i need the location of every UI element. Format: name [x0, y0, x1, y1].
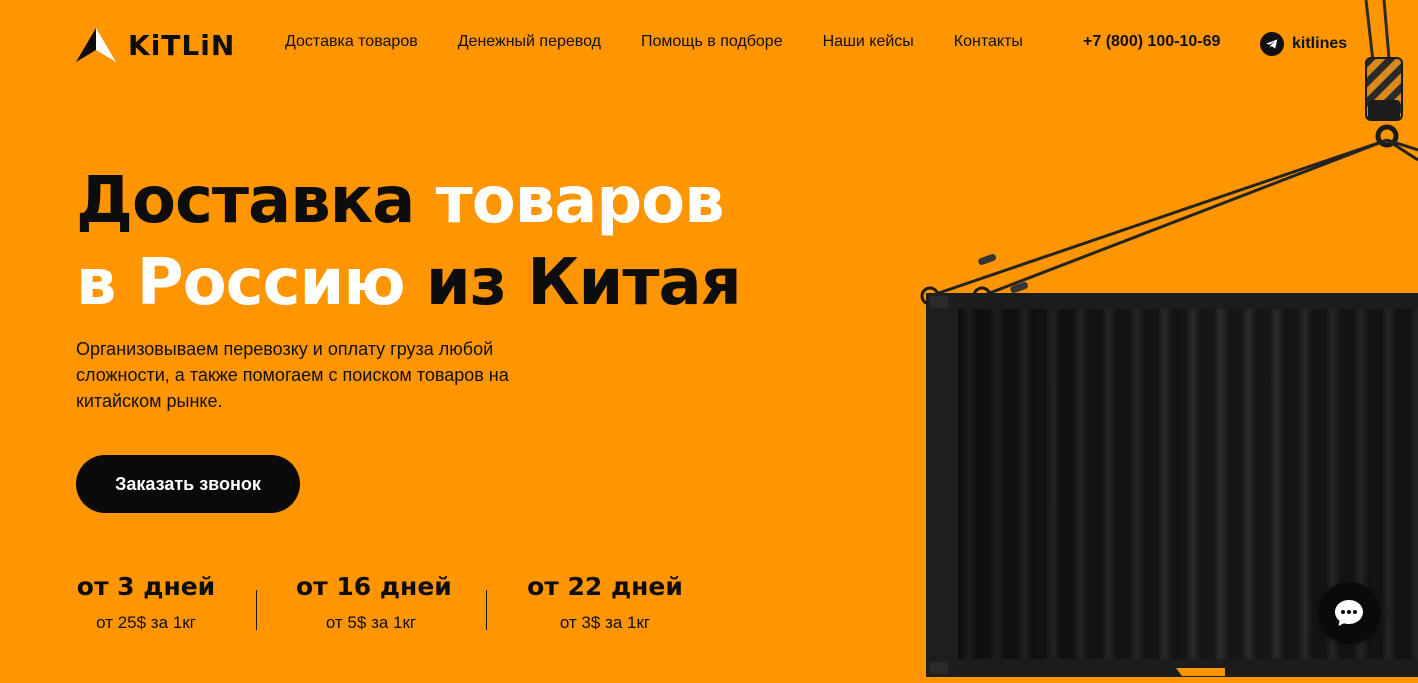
nav-item-selection-help[interactable]: Помощь в подборе — [641, 33, 783, 51]
logo[interactable]: KiTLiN — [76, 28, 235, 62]
stat-price: от 3$ за 1кг — [559, 613, 651, 632]
kitlin-logo-icon — [76, 28, 116, 62]
stat-item: от 3 дней от 25$ за 1кг — [76, 572, 216, 633]
stat-days: от 16 дней — [296, 572, 452, 601]
chat-widget-button[interactable] — [1318, 582, 1380, 644]
hero-title-line2-light: в Россию — [76, 246, 406, 320]
stat-divider — [256, 590, 257, 630]
hero-title-line2-dark: из Китая — [425, 246, 742, 320]
stat-price: от 5$ за 1кг — [325, 613, 417, 632]
stat-item: от 16 дней от 5$ за 1кг — [296, 572, 452, 633]
stat-days: от 3 дней — [76, 572, 216, 601]
stat-days: от 22 дней — [527, 572, 683, 601]
landing-page: KiTLiN Доставка товаров Денежный перевод… — [0, 0, 1418, 683]
stat-price: от 25$ за 1кг — [96, 613, 196, 632]
chat-icon — [1335, 600, 1363, 626]
logo-text: KiTLiN — [128, 28, 236, 62]
hero-title-line1-dark: Доставка — [76, 164, 415, 238]
nav-item-delivery[interactable]: Доставка товаров — [285, 33, 418, 51]
hero-title-line1-light: товаров — [435, 164, 725, 238]
container-illustration — [920, 0, 1418, 677]
hero-subtitle: Организовываем перевозку и оплату груза … — [76, 339, 509, 411]
hero-title: Доставка товаров в Россию из Китая — [76, 160, 896, 324]
stat-divider — [486, 590, 487, 630]
nav-item-money-transfer[interactable]: Денежный перевод — [458, 33, 601, 51]
order-call-button[interactable]: Заказать звонок — [76, 455, 300, 513]
stat-item: от 22 дней от 3$ за 1кг — [526, 572, 684, 633]
